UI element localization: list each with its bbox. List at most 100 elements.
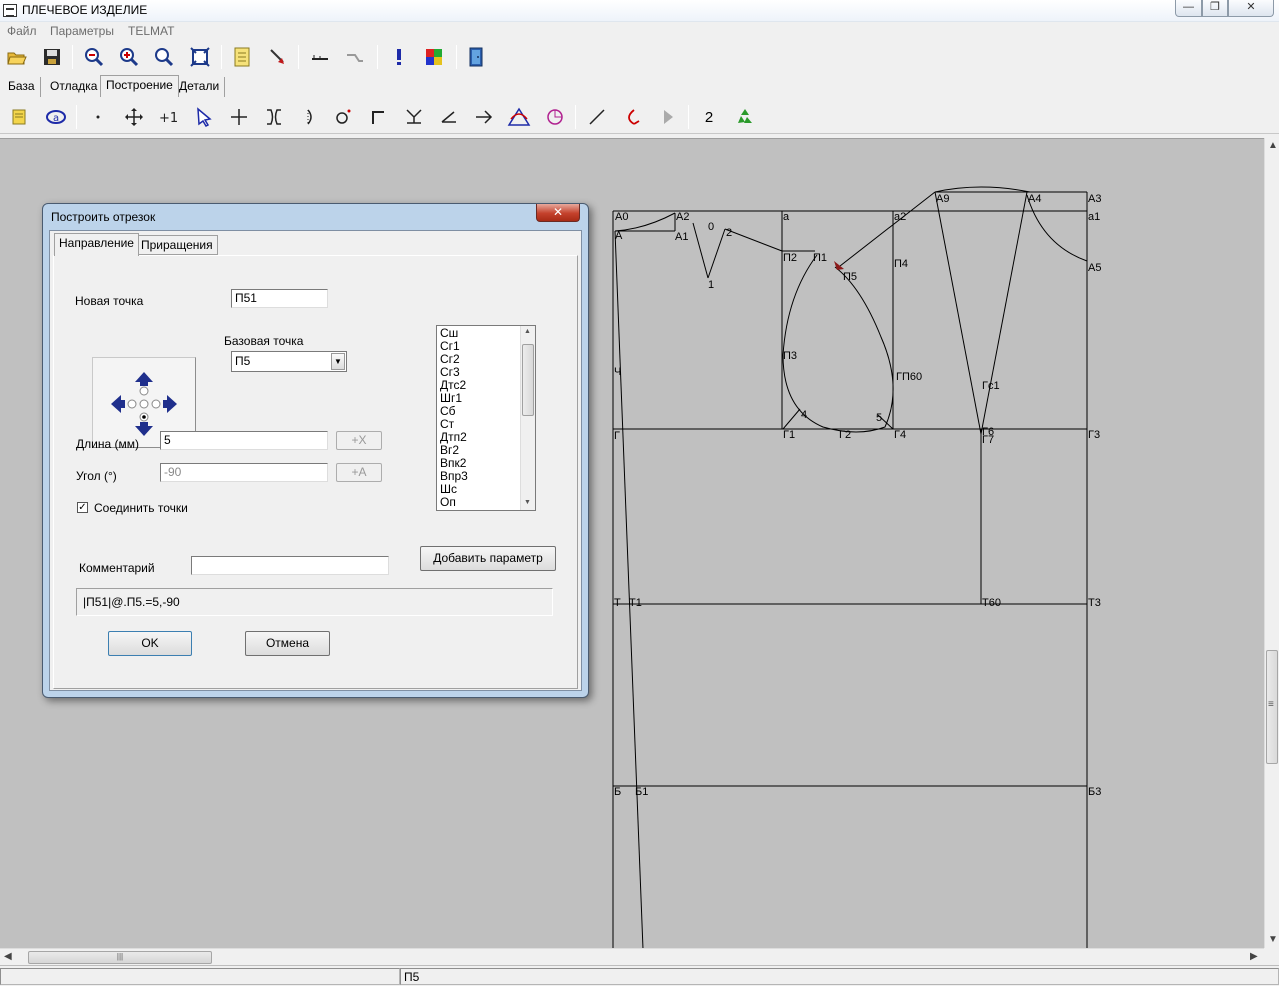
corner-icon[interactable] [366,105,390,129]
vertical-scroll-thumb[interactable]: ≡ [1266,650,1278,764]
save-disk-icon[interactable] [40,45,64,69]
base-point-select[interactable]: П5 ▼ [231,351,347,372]
expression-display: |П51|@.П5.=5,-90 [76,588,553,616]
window-title: ПЛЕЧЕВОЕ ИЗДЕЛИЕ [22,3,148,17]
base-point-value: П5 [235,354,251,368]
color-palette-icon[interactable] [422,45,446,69]
connect-points-checkbox[interactable]: ✓ [77,502,88,513]
tab-base[interactable]: База [3,77,41,97]
add-parameter-button[interactable]: Добавить параметр [420,546,556,571]
info-exclamation-icon[interactable] [387,45,411,69]
curve-between-icon[interactable] [262,105,286,129]
point-label-g7: Г7 [982,434,995,446]
arc-icon[interactable] [298,105,322,129]
list-scroll-down-icon[interactable]: ▼ [524,499,531,506]
intersect-cross-icon[interactable] [227,105,251,129]
zoom-icon[interactable] [152,45,176,69]
app-icon [3,4,17,17]
pointer-tool-icon[interactable] [266,45,290,69]
list-scroll-up-icon[interactable]: ▲ [524,328,531,335]
point-label-a0: А0 [615,211,629,223]
new-point-input[interactable]: П51 [231,289,328,308]
tab-debug[interactable]: Отладка [45,77,104,97]
cancel-button[interactable]: Отмена [245,631,330,656]
horizontal-scrollbar[interactable]: ◀ ||| ▶ [0,948,1264,965]
base-point-label: Базовая точка [224,334,304,348]
point-label-4: 4 [801,409,808,421]
menu-telmat[interactable]: TELMAT [128,24,174,38]
plus-one-icon[interactable]: +1 [157,105,181,129]
point-label-p4: П4 [894,258,909,270]
circle-arc-icon[interactable] [543,105,567,129]
angle-input[interactable]: -90 [160,463,328,482]
list-item[interactable]: Оп [440,496,456,509]
listbox-scrollbar[interactable]: ▲ ▼ [520,326,535,510]
perpendicular-icon[interactable] [402,105,426,129]
listbox-scroll-thumb[interactable] [522,344,534,416]
curve-tool-icon[interactable] [620,105,644,129]
notes-icon[interactable] [8,105,32,129]
open-folder-icon[interactable] [5,45,29,69]
scroll-up-icon[interactable]: ▲ [1268,140,1278,151]
number-two-button[interactable]: 2 [697,105,721,129]
menu-parameters[interactable]: Параметры [50,24,114,38]
tab-details[interactable]: Детали [174,77,226,97]
select-arrow-icon[interactable] [192,105,216,129]
add-length-button[interactable]: +X [336,431,382,450]
triangle-curve-icon[interactable] [507,105,531,129]
direction-arrow-icon[interactable] [472,105,496,129]
status-current-point: П5 [404,970,420,984]
zoom-in-icon[interactable] [117,45,141,69]
scroll-left-icon[interactable]: ◀ [4,951,12,962]
menu-bar: Файл Параметры TELMAT [0,22,1279,41]
status-cell-point: П5 [400,968,1279,985]
point-label-t1: Т1 [629,597,642,609]
points-listbox[interactable]: Сш Сг1 Сг2 Сг3 Дтс2 Шг1 Сб Ст Дтп2 Вг2 В… [436,325,536,511]
recycle-icon[interactable] [733,105,757,129]
maximize-button[interactable]: ❐ [1202,0,1228,17]
chevron-down-icon[interactable]: ▼ [331,353,345,370]
point-label-p3: П3 [783,350,798,362]
point-label-gp60: ГП60 [896,371,923,383]
svg-text:a: a [53,113,59,124]
move-cross-icon[interactable] [122,105,146,129]
ruler-icon[interactable] [308,45,332,69]
point-label-5: 5 [876,412,883,424]
point-label-g3: Г3 [1088,429,1101,441]
vertical-grip-icon: ≡ [1268,699,1274,710]
tab-direction[interactable]: Направление [54,233,139,256]
minimize-button[interactable]: — [1175,0,1202,17]
angle-icon[interactable] [437,105,461,129]
ok-button[interactable]: OK [108,631,192,656]
point-label-b3: Б3 [1088,786,1102,798]
play-icon[interactable] [656,105,680,129]
variable-a-icon[interactable]: a [44,105,68,129]
point-label-a9: А9 [936,193,950,205]
point-label-g: Г [614,430,620,442]
measure-angle-icon[interactable] [343,45,367,69]
tab-increments[interactable]: Приращения [136,235,218,255]
zoom-out-icon[interactable] [82,45,106,69]
add-angle-button[interactable]: +A [336,463,382,482]
vertical-scrollbar[interactable]: ▲ ≡ ▼ [1264,138,1279,948]
document-icon[interactable] [230,45,254,69]
comment-input[interactable] [191,556,389,575]
scroll-down-icon[interactable]: ▼ [1268,934,1278,945]
length-label: Длина (мм) [76,437,139,451]
scroll-right-icon[interactable]: ▶ [1250,951,1258,962]
dialog-close-button[interactable]: ✕ [536,204,580,222]
fit-window-icon[interactable] [188,45,212,69]
point-label-2: 2 [726,227,733,239]
point-label-a5: А5 [1088,262,1102,274]
circle-point-icon[interactable] [331,105,355,129]
line-segment-icon[interactable] [585,105,609,129]
close-button[interactable]: ✕ [1228,0,1274,17]
point-label-a2-small: а2 [894,211,907,223]
exit-door-icon[interactable] [464,45,488,69]
horizontal-scroll-thumb[interactable]: ||| [28,951,212,964]
menu-file[interactable]: Файл [7,24,37,38]
build-segment-dialog: Построить отрезок ✕ Направление Приращен… [42,203,589,698]
length-input[interactable]: 5 [160,431,328,450]
tab-construction[interactable]: Построение [100,75,179,97]
point-icon[interactable] [86,105,110,129]
